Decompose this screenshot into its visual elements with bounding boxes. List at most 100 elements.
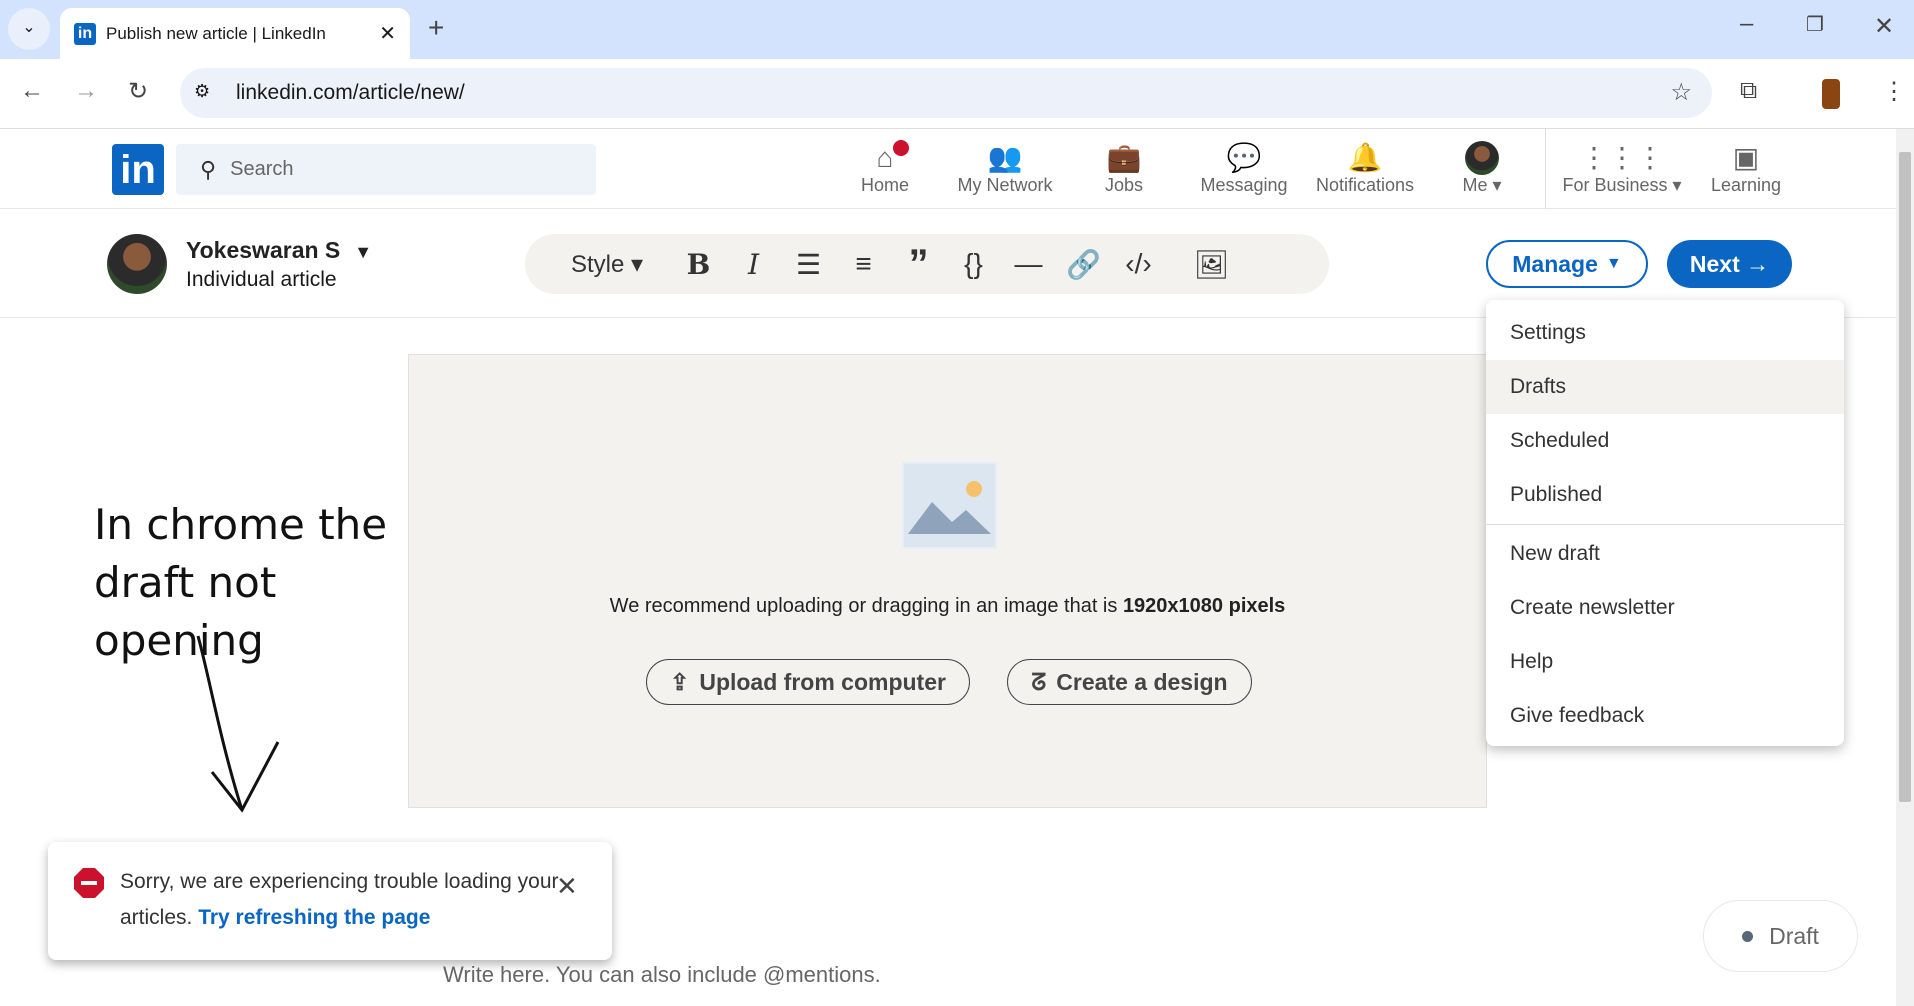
link-icon[interactable]: 🔗 <box>1056 248 1111 281</box>
quote-icon[interactable]: ” <box>891 242 946 287</box>
tab-search-button[interactable]: ⌄ <box>8 8 50 50</box>
search-icon: ⚲ <box>200 156 217 182</box>
reload-button[interactable]: ↻ <box>128 77 148 106</box>
annotation-arrow <box>196 635 280 813</box>
nav-jobs[interactable]: 💼 Jobs <box>1064 141 1184 196</box>
new-tab-button[interactable]: + <box>428 12 444 44</box>
minimize-button[interactable]: – <box>1740 10 1753 38</box>
menu-item-create-newsletter[interactable]: Create newsletter <box>1486 581 1844 635</box>
search-input[interactable]: ⚲ Search <box>176 144 596 195</box>
bell-icon: 🔔 <box>1347 142 1383 173</box>
author-selector[interactable]: Yokeswaran S ▼ Individual article <box>186 237 372 292</box>
refresh-link[interactable]: Try refreshing the page <box>198 906 430 929</box>
nav-label: Home <box>860 175 909 195</box>
divider-icon[interactable]: — <box>1001 248 1056 280</box>
linkedin-favicon-icon: in <box>74 22 96 45</box>
formatting-toolbar: Style ▾ B I ☰ ≡ ” {} — 🔗 ‹/› 🖼 <box>525 234 1329 294</box>
image-placeholder-icon <box>902 462 997 549</box>
arrow-right-icon: → <box>1739 250 1770 277</box>
close-window-button[interactable]: ✕ <box>1874 12 1894 41</box>
menu-item-help[interactable]: Help <box>1486 635 1844 689</box>
browser-tab[interactable]: in Publish new article | LinkedIn ✕ <box>60 8 410 59</box>
error-toast: Sorry, we are experiencing trouble loadi… <box>48 842 612 960</box>
chat-icon: 💬 <box>1226 142 1262 173</box>
status-dot-icon <box>1742 930 1754 942</box>
style-label: Style <box>571 250 625 278</box>
caret-down-icon: ▼ <box>1605 255 1622 272</box>
nav-me[interactable]: Me ▾ <box>1422 141 1542 196</box>
nav-label: Messaging <box>1200 175 1288 195</box>
menu-item-published[interactable]: Published <box>1486 468 1844 522</box>
design-label: Create a design <box>1056 668 1228 695</box>
next-label: Next <box>1689 250 1740 277</box>
upload-from-computer-button[interactable]: ⇪ Upload from computer <box>646 659 970 705</box>
manage-button[interactable]: Manage ▼ <box>1486 240 1648 288</box>
design-icon: ᘔ <box>1031 668 1047 695</box>
grid-icon: ⋮⋮⋮ <box>1580 142 1664 173</box>
briefcase-icon: 💼 <box>1106 142 1142 173</box>
address-bar-row: ← → ↻ ⚙ linkedin.com/article/new/ ☆ ⧉ ⋮ <box>0 59 1914 129</box>
embed-icon[interactable]: ‹/› <box>1111 248 1166 280</box>
nav-for-business[interactable]: ⋮⋮⋮ For Business ▾ <box>1552 141 1692 196</box>
linkedin-nav: in ⚲ Search ⌂ Home 👥 My Network 💼 Jobs 💬 Mes… <box>0 129 1896 209</box>
close-toast-icon[interactable]: ✕ <box>556 868 578 904</box>
site-settings-icon[interactable]: ⚙ <box>194 81 210 102</box>
extensions-icon[interactable]: ⧉ <box>1740 77 1757 105</box>
style-dropdown[interactable]: Style ▾ <box>571 250 671 279</box>
image-icon[interactable]: 🖼 <box>1184 248 1239 281</box>
menu-item-drafts[interactable]: Drafts <box>1486 360 1844 414</box>
nav-label: For Business <box>1562 175 1668 195</box>
url-text: linkedin.com/article/new/ <box>236 81 465 104</box>
menu-item-scheduled[interactable]: Scheduled <box>1486 414 1844 468</box>
menu-divider <box>1486 524 1844 525</box>
code-block-icon[interactable]: {} <box>946 248 1001 280</box>
people-icon: 👥 <box>987 142 1023 173</box>
bookmark-star-icon[interactable]: ☆ <box>1670 78 1692 107</box>
forward-button[interactable]: → <box>74 77 98 105</box>
chrome-menu-icon[interactable]: ⋮ <box>1882 77 1906 106</box>
nav-home[interactable]: ⌂ Home <box>825 141 945 196</box>
profile-avatar[interactable] <box>1822 79 1840 109</box>
search-placeholder: Search <box>230 158 294 180</box>
article-type: Individual article <box>186 268 337 291</box>
nav-messaging[interactable]: 💬 Messaging <box>1184 141 1304 196</box>
bulleted-list-icon[interactable]: ☰ <box>781 248 836 281</box>
upload-label: Upload from computer <box>699 668 946 695</box>
menu-item-new-draft[interactable]: New draft <box>1486 527 1844 581</box>
create-design-button[interactable]: ᘔ Create a design <box>1007 659 1252 705</box>
next-button[interactable]: Next → <box>1667 240 1792 288</box>
recommend-text: We recommend uploading or dragging in an… <box>609 595 1123 617</box>
nav-label: Me <box>1462 175 1488 195</box>
nav-label: My Network <box>957 175 1053 195</box>
manage-dropdown-menu: Settings Drafts Scheduled Published New … <box>1486 300 1844 746</box>
caret-down-icon: ▼ <box>354 242 373 262</box>
nav-my-network[interactable]: 👥 My Network <box>945 141 1065 196</box>
nav-notifications[interactable]: 🔔 Notifications <box>1305 141 1425 196</box>
author-avatar <box>107 234 167 294</box>
caret-down-icon: ▾ <box>1487 175 1502 195</box>
menu-item-give-feedback[interactable]: Give feedback <box>1486 689 1844 743</box>
linkedin-logo[interactable]: in <box>112 144 164 195</box>
italic-icon[interactable]: I <box>726 248 781 281</box>
author-name: Yokeswaran S <box>186 237 341 263</box>
close-tab-icon[interactable]: ✕ <box>379 21 396 46</box>
back-button[interactable]: ← <box>20 77 44 105</box>
nav-label: Jobs <box>1104 175 1144 195</box>
menu-item-settings[interactable]: Settings <box>1486 306 1844 360</box>
bold-icon[interactable]: B <box>671 248 726 281</box>
scrollbar-thumb[interactable] <box>1899 152 1911 802</box>
tab-title: Publish new article | LinkedIn <box>106 23 326 43</box>
home-icon: ⌂ <box>876 142 894 173</box>
cover-image-dropzone[interactable]: We recommend uploading or dragging in an… <box>408 354 1487 808</box>
manage-label: Manage <box>1512 250 1598 277</box>
nav-learning[interactable]: ▣ Learning <box>1686 141 1806 196</box>
me-avatar <box>1465 141 1499 175</box>
nav-label: Learning <box>1710 175 1782 195</box>
upload-icon: ⇪ <box>670 668 690 695</box>
restore-button[interactable]: ❐ <box>1806 12 1824 37</box>
nav-label: Notifications <box>1315 175 1415 195</box>
address-bar[interactable]: ⚙ linkedin.com/article/new/ ☆ <box>180 68 1712 118</box>
article-body-input[interactable]: Write here. You can also include @mentio… <box>443 962 881 988</box>
learning-icon: ▣ <box>1732 142 1760 173</box>
numbered-list-icon[interactable]: ≡ <box>836 248 891 280</box>
